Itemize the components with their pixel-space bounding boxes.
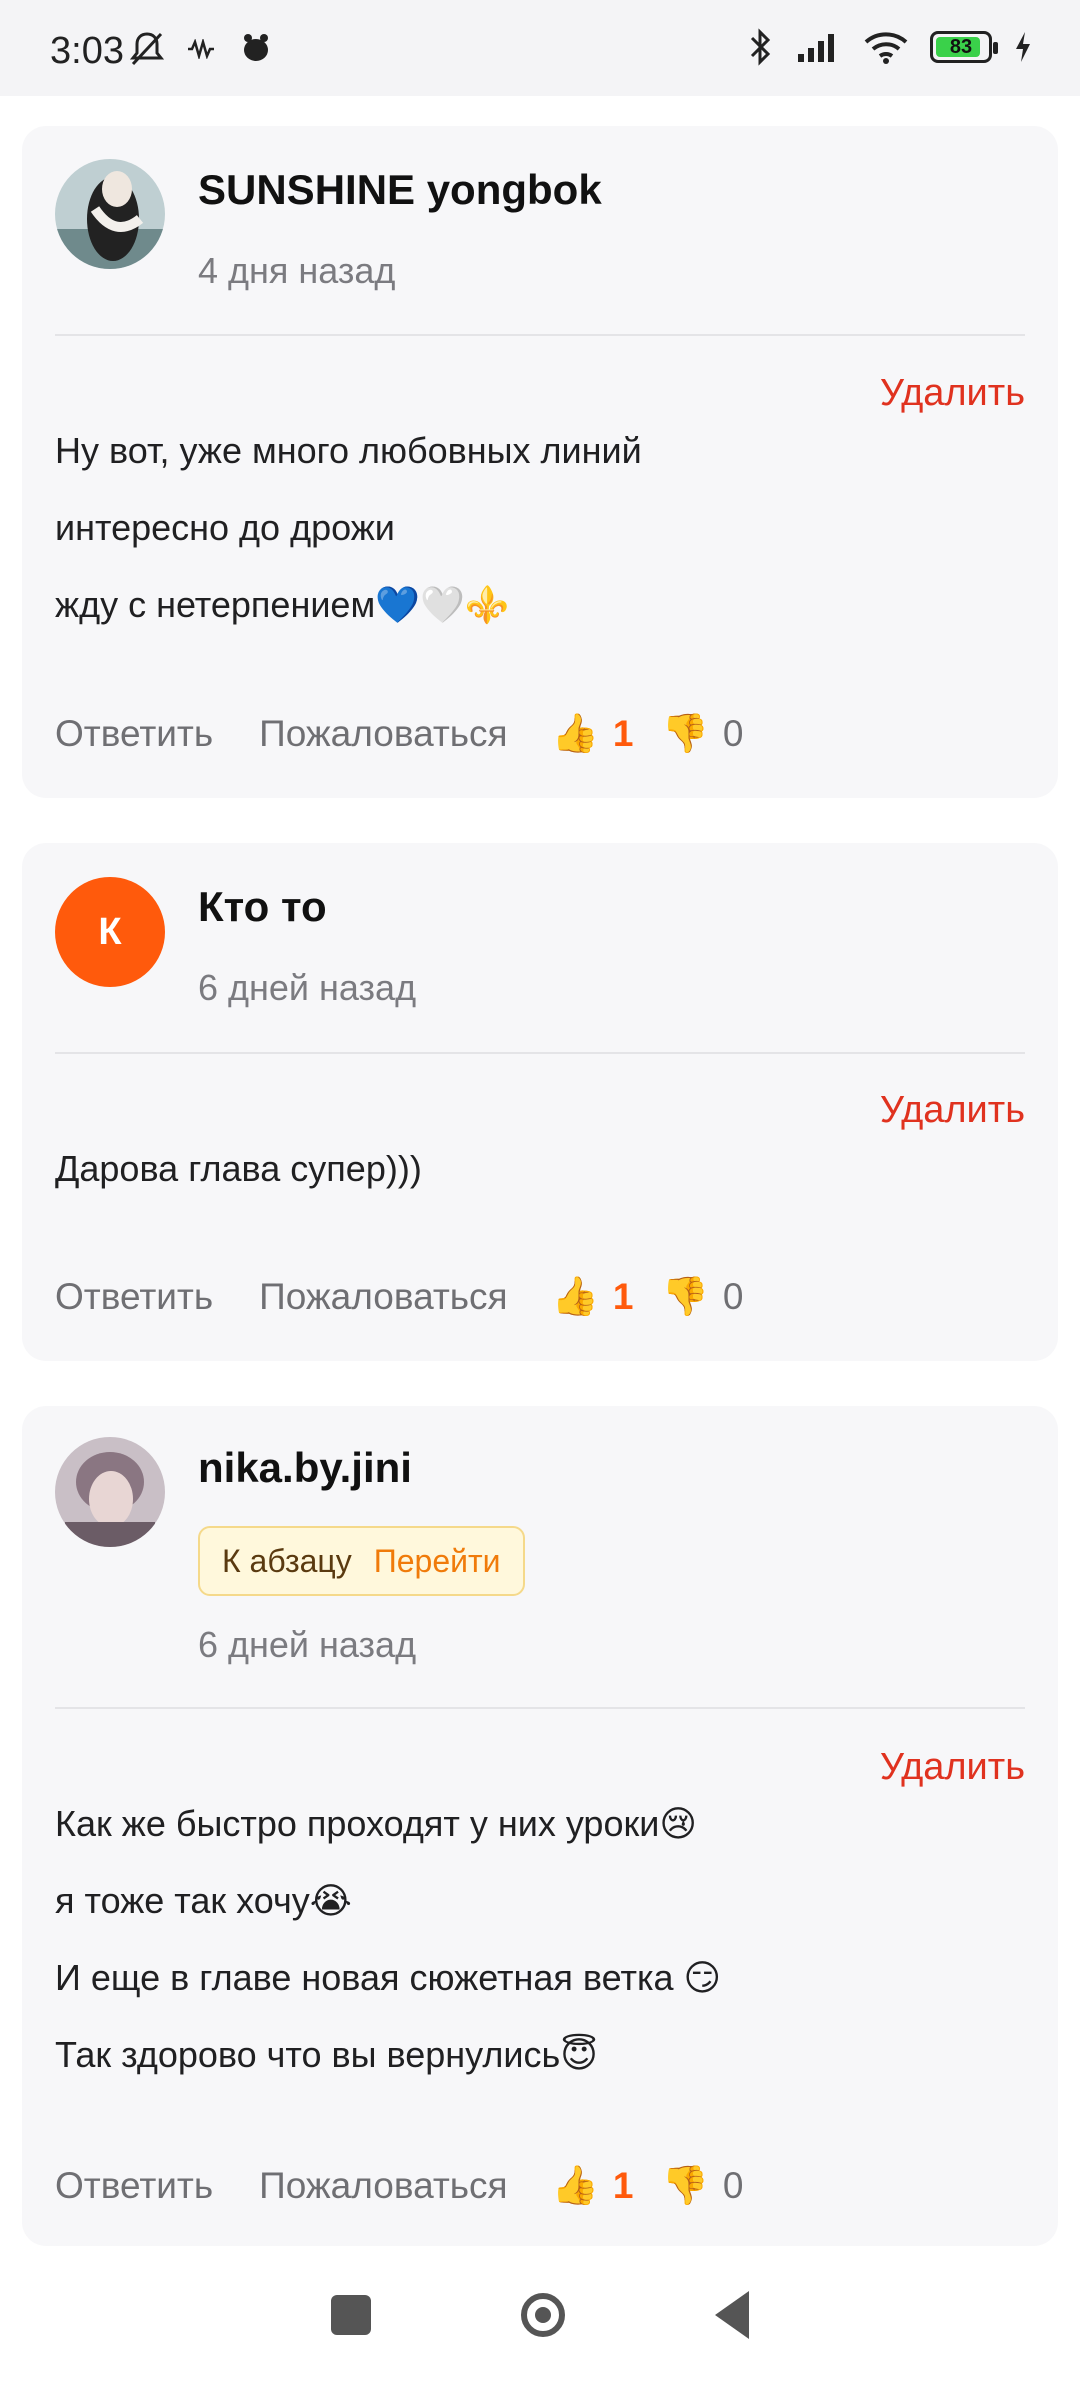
like-count: 1 [612, 2165, 634, 2206]
dislike-button[interactable]: 👎 0 [662, 712, 744, 756]
charging-icon [1016, 32, 1030, 62]
dislike-count: 0 [722, 1276, 744, 1317]
divider [55, 1052, 1025, 1054]
status-time: 3:03 [50, 30, 124, 72]
bluetooth-icon [750, 28, 771, 66]
thumbs-up-icon: 👍 [551, 713, 599, 755]
reply-button[interactable]: Ответить [55, 2165, 213, 2207]
comment-card: К Кто то 6 дней назад Удалить Дарова гла… [22, 843, 1058, 1361]
dislike-count: 0 [722, 2165, 744, 2206]
report-button[interactable]: Пожаловаться [259, 713, 507, 755]
paragraph-link[interactable]: К абзацу Перейти [198, 1526, 525, 1596]
comment-line: И еще в главе новая сюжетная ветка 😏 [55, 1957, 722, 1998]
signal-icon [798, 34, 834, 62]
comment-line: Как же быстро проходят у них уроки😢 [55, 1803, 697, 1844]
dislike-button[interactable]: 👎 0 [662, 1275, 744, 1319]
comment-line: жду с нетерпением💙🤍⚜️ [55, 584, 510, 625]
comment-text: Дарова глава супер))) [55, 1130, 1025, 1207]
comment-card: SUNSHINE yongbok 4 дня назад Удалить Ну … [22, 126, 1058, 798]
avatar[interactable] [55, 1437, 165, 1547]
like-count: 1 [612, 713, 634, 754]
thumbs-down-icon: 👎 [661, 1276, 709, 1318]
divider [55, 334, 1025, 336]
username[interactable]: Кто то [198, 883, 327, 931]
report-button[interactable]: Пожаловаться [259, 2165, 507, 2207]
comment-line: Так здорово что вы вернулись😇 [55, 2034, 598, 2075]
report-button[interactable]: Пожаловаться [259, 1276, 507, 1318]
thumbs-down-icon: 👎 [661, 2165, 709, 2207]
battery-level: 83 [949, 35, 973, 58]
home-button[interactable] [521, 2293, 565, 2337]
bell-muted-icon [130, 32, 164, 66]
dislike-count: 0 [722, 713, 744, 754]
delete-button[interactable]: Удалить [880, 1089, 1025, 1132]
recents-button[interactable] [331, 2295, 371, 2335]
wifi-icon [864, 32, 908, 64]
avatar[interactable] [55, 159, 165, 269]
paragraph-label: К абзацу [222, 1542, 352, 1579]
like-button[interactable]: 👍 1 [552, 2164, 634, 2208]
comment-text: Как же быстро проходят у них уроки😢 я то… [55, 1785, 1025, 2093]
comment-line: я тоже так хочу😭 [55, 1880, 352, 1921]
thumbs-up-icon: 👍 [551, 2165, 599, 2207]
username[interactable]: SUNSHINE yongbok [198, 166, 602, 214]
like-button[interactable]: 👍 1 [552, 712, 634, 756]
avatar[interactable]: К [55, 877, 165, 987]
delete-button[interactable]: Удалить [880, 372, 1025, 415]
thumbs-up-icon: 👍 [551, 1276, 599, 1318]
comment-card: nika.by.jini К абзацу Перейти 6 дней наз… [22, 1406, 1058, 2246]
like-count: 1 [612, 1276, 634, 1317]
goto-paragraph-button[interactable]: Перейти [374, 1543, 501, 1580]
dislike-button[interactable]: 👎 0 [662, 2164, 744, 2208]
comment-line: Дарова глава супер))) [55, 1148, 422, 1189]
app-bug-icon [244, 34, 268, 61]
status-bar: 3:03 83 [0, 0, 1080, 96]
vibrate-icon [188, 39, 214, 59]
comment-time: 6 дней назад [198, 1624, 417, 1665]
thumbs-down-icon: 👎 [661, 713, 709, 755]
back-button[interactable] [715, 2291, 749, 2339]
delete-button[interactable]: Удалить [880, 1746, 1025, 1789]
battery-icon: 83 [930, 31, 998, 63]
like-button[interactable]: 👍 1 [552, 1275, 634, 1319]
comment-line: интересно до дрожи [55, 507, 395, 548]
reply-button[interactable]: Ответить [55, 713, 213, 755]
comment-time: 4 дня назад [198, 250, 396, 291]
divider [55, 1707, 1025, 1709]
navigation-bar [0, 2230, 1080, 2400]
comment-time: 6 дней назад [198, 967, 417, 1008]
comment-line: Ну вот, уже много любовных линий [55, 430, 642, 471]
comment-text: Ну вот, уже много любовных линий интерес… [55, 412, 1025, 643]
username[interactable]: nika.by.jini [198, 1444, 412, 1492]
reply-button[interactable]: Ответить [55, 1276, 213, 1318]
